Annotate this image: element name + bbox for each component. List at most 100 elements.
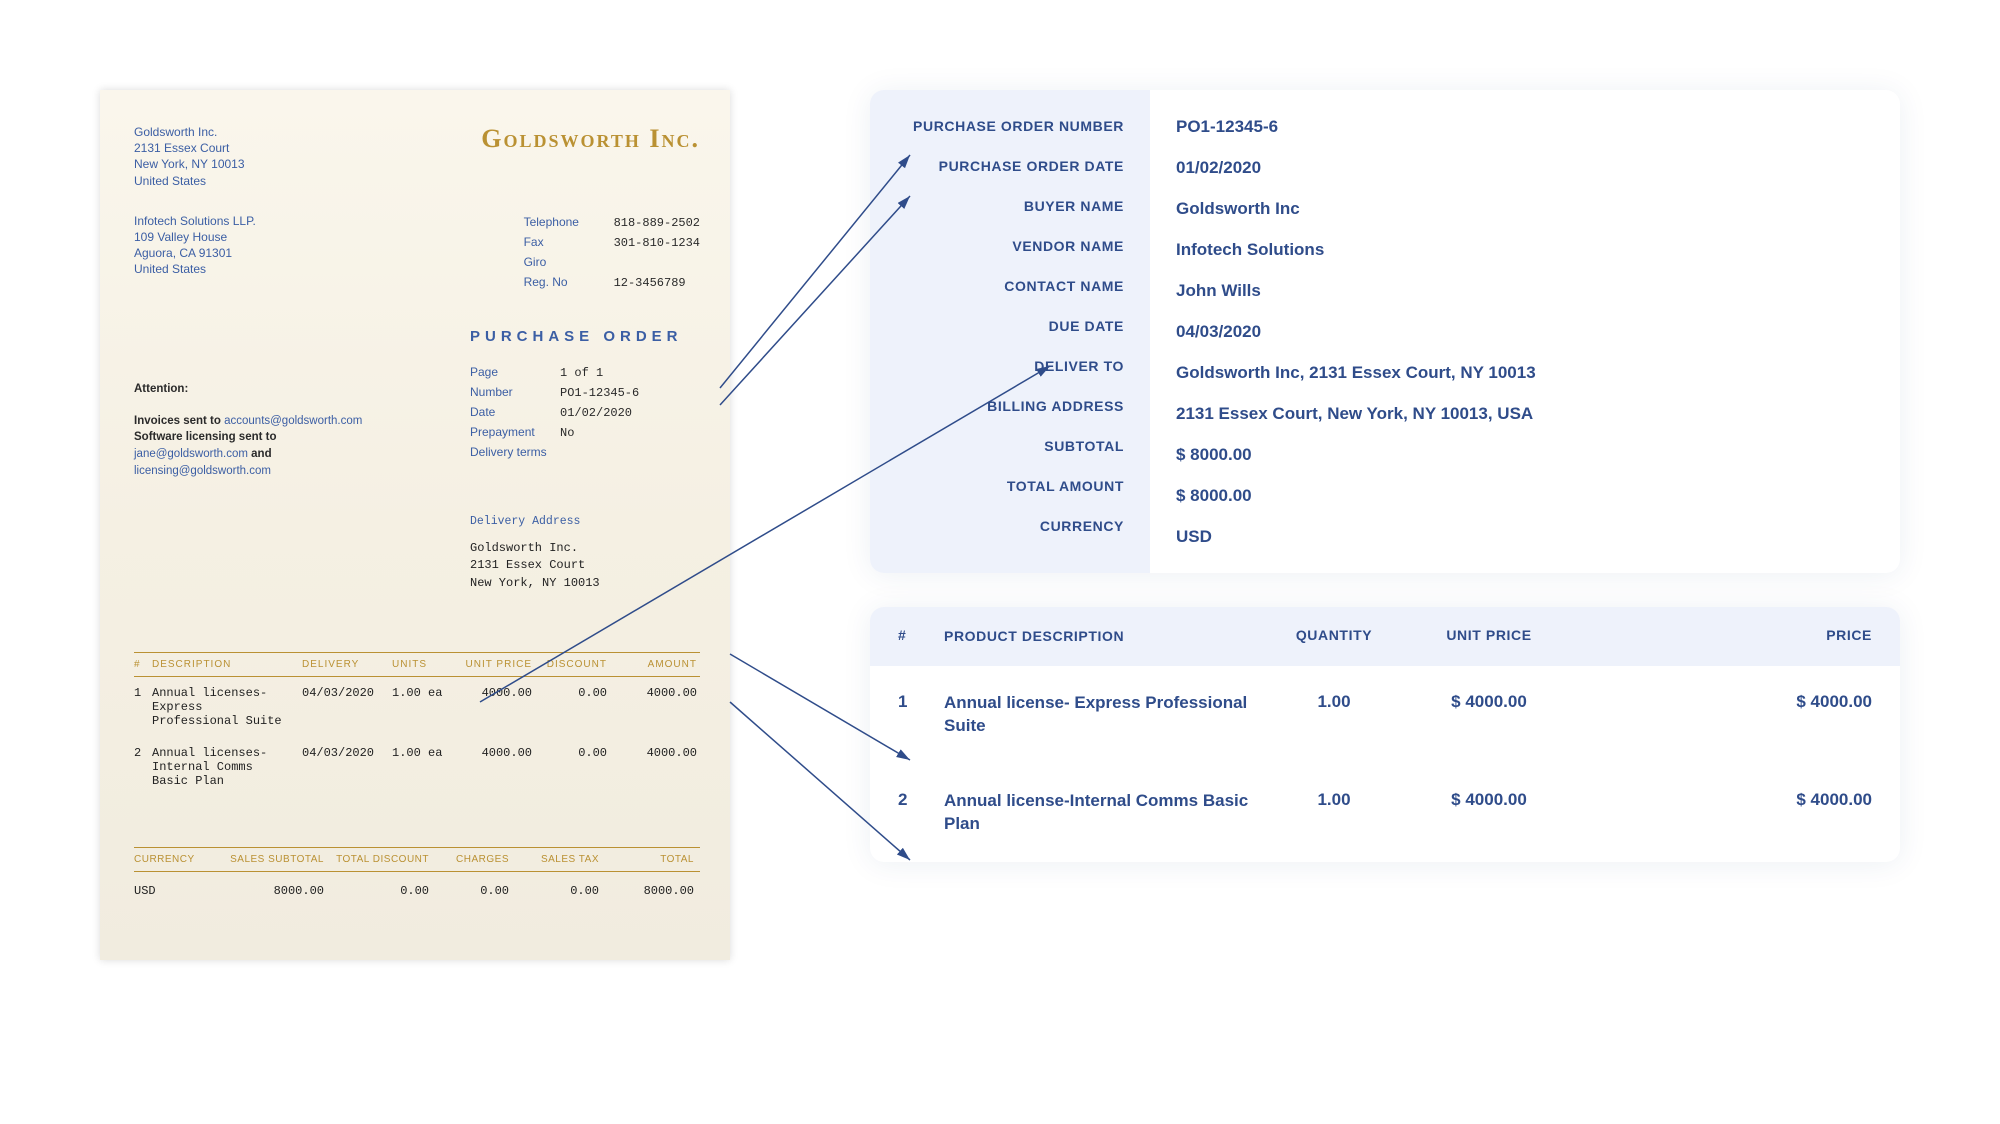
email-link[interactable]: licensing@goldsworth.com — [134, 465, 271, 477]
field-label: DELIVER TO — [896, 346, 1124, 386]
products-header: # PRODUCT DESCRIPTION QUANTITY UNIT PRIC… — [870, 607, 1900, 666]
vendor-address: Infotech Solutions LLP. 109 Valley House… — [134, 213, 256, 294]
td: 0.00 — [509, 884, 599, 898]
field-label: PURCHASE ORDER DATE — [896, 146, 1124, 186]
field-value: 2131 Essex Court, New York, NY 10013, US… — [1176, 393, 1874, 434]
meta-value: 301-810-1234 — [614, 234, 700, 253]
meta-label: Number — [470, 383, 560, 402]
meta-label: Date — [470, 403, 560, 422]
td: 1.00 ea — [392, 686, 462, 700]
td: $ 4000.00 — [1574, 692, 1872, 712]
company-title: Goldsworth Inc. — [481, 124, 700, 189]
field-label: CONTACT NAME — [896, 266, 1124, 306]
delivery-label: Delivery Address — [470, 513, 700, 531]
td: 0.00 — [532, 686, 607, 700]
contact-meta: Telephone818-889-2502 Fax301-810-1234 Gi… — [524, 213, 700, 294]
field-label: BILLING ADDRESS — [896, 386, 1124, 426]
th: SALES SUBTOTAL — [214, 854, 324, 865]
th: # — [898, 627, 944, 646]
field-label: TOTAL AMOUNT — [896, 466, 1124, 506]
td: 8000.00 — [214, 884, 324, 898]
meta-label: Giro — [524, 253, 614, 272]
td: 4000.00 — [462, 686, 532, 700]
totals-row: USD 8000.00 0.00 0.00 0.00 8000.00 — [134, 872, 700, 904]
delivery-body: Goldsworth Inc. 2131 Essex Court New Yor… — [470, 540, 700, 592]
line-item-row: 1 Annual licenses- Express Professional … — [134, 677, 700, 737]
line-items-table: # DESCRIPTION DELIVERY UNITS UNIT PRICE … — [134, 652, 700, 797]
field-label: BUYER NAME — [896, 186, 1124, 226]
th: UNIT PRICE — [462, 659, 532, 670]
meta-label: Fax — [524, 233, 614, 252]
text: Invoices sent to — [134, 415, 224, 427]
th: PRODUCT DESCRIPTION — [944, 627, 1264, 646]
meta-value: 01/02/2020 — [560, 404, 632, 423]
th: QUANTITY — [1264, 627, 1404, 646]
field-value: John Wills — [1176, 270, 1874, 311]
td: Annual license- Express Professional Sui… — [944, 692, 1264, 738]
field-label: DUE DATE — [896, 306, 1124, 346]
text: Software licensing sent to — [134, 431, 277, 443]
th: DESCRIPTION — [152, 659, 302, 670]
th: DELIVERY — [302, 659, 392, 670]
meta-label: Delivery terms — [470, 443, 560, 462]
extracted-fields-card: PURCHASE ORDER NUMBER PURCHASE ORDER DAT… — [870, 90, 1900, 573]
meta-value: 818-889-2502 — [614, 214, 700, 233]
field-value: 04/03/2020 — [1176, 311, 1874, 352]
th: CURRENCY — [134, 854, 214, 865]
meta-value: No — [560, 424, 574, 443]
td: USD — [134, 884, 214, 898]
td: 1.00 — [1264, 692, 1404, 712]
email-link[interactable]: accounts@goldsworth.com — [224, 415, 362, 427]
td: $ 4000.00 — [1404, 790, 1574, 810]
product-row: 2 Annual license-Internal Comms Basic Pl… — [870, 764, 1900, 862]
td: 1.00 — [1264, 790, 1404, 810]
th: CHARGES — [429, 854, 509, 865]
meta-value: 12-3456789 — [614, 274, 686, 293]
extracted-products-card: # PRODUCT DESCRIPTION QUANTITY UNIT PRIC… — [870, 607, 1900, 862]
field-label: VENDOR NAME — [896, 226, 1124, 266]
th: UNIT PRICE — [1404, 627, 1574, 646]
field-value: Goldsworth Inc, 2131 Essex Court, NY 100… — [1176, 352, 1874, 393]
meta-label: Reg. No — [524, 273, 614, 292]
td: Annual licenses- Express Professional Su… — [152, 686, 302, 728]
totals-header: CURRENCY SALES SUBTOTAL TOTAL DISCOUNT C… — [134, 847, 700, 872]
po-document: Goldsworth Inc. 2131 Essex Court New Yor… — [100, 90, 730, 960]
line-item-row: 2 Annual licenses- Internal Comms Basic … — [134, 737, 700, 797]
td: 4000.00 — [462, 746, 532, 760]
field-label: CURRENCY — [896, 506, 1124, 546]
td: 1 — [134, 686, 152, 700]
td: 1 — [898, 692, 944, 712]
td: 2 — [134, 746, 152, 760]
attention-notice: Invoices sent to accounts@goldsworth.com… — [134, 413, 444, 480]
th: TOTAL DISCOUNT — [324, 854, 429, 865]
meta-value: 1 of 1 — [560, 364, 603, 383]
td: Annual licenses- Internal Comms Basic Pl… — [152, 746, 302, 788]
td: 04/03/2020 — [302, 686, 392, 700]
email-link[interactable]: jane@goldsworth.com — [134, 448, 248, 460]
th: AMOUNT — [607, 659, 697, 670]
td: 04/03/2020 — [302, 746, 392, 760]
field-value: $ 8000.00 — [1176, 434, 1874, 475]
td: 0.00 — [532, 746, 607, 760]
line-items-header: # DESCRIPTION DELIVERY UNITS UNIT PRICE … — [134, 652, 700, 677]
td: 4000.00 — [607, 686, 697, 700]
th: TOTAL — [599, 854, 694, 865]
text: and — [248, 448, 272, 460]
buyer-address: Goldsworth Inc. 2131 Essex Court New Yor… — [134, 124, 245, 189]
td: 0.00 — [429, 884, 509, 898]
td: 0.00 — [324, 884, 429, 898]
td: 8000.00 — [599, 884, 694, 898]
meta-label: Page — [470, 363, 560, 382]
td: 2 — [898, 790, 944, 810]
field-value: $ 8000.00 — [1176, 475, 1874, 516]
th: UNITS — [392, 659, 462, 670]
td: $ 4000.00 — [1574, 790, 1872, 810]
field-value: USD — [1176, 516, 1874, 557]
th: DISCOUNT — [532, 659, 607, 670]
field-value: 01/02/2020 — [1176, 147, 1874, 188]
meta-value: PO1-12345-6 — [560, 384, 639, 403]
field-values-column: PO1-12345-6 01/02/2020 Goldsworth Inc In… — [1150, 90, 1900, 573]
field-label: PURCHASE ORDER NUMBER — [896, 106, 1124, 146]
td: 4000.00 — [607, 746, 697, 760]
th: SALES TAX — [509, 854, 599, 865]
